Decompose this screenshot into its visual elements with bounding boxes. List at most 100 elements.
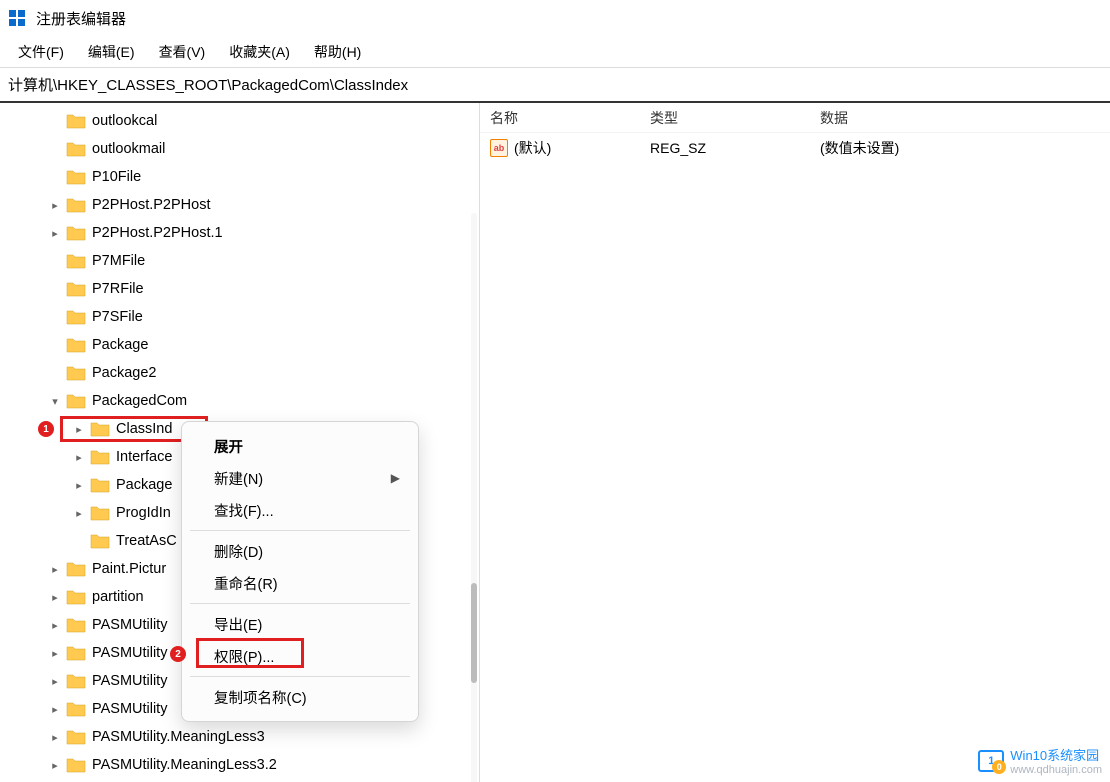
list-row[interactable]: ab (默认) REG_SZ (数值未设置) <box>480 133 1110 163</box>
folder-icon <box>90 477 110 493</box>
expander-placeholder <box>48 142 62 156</box>
main-area: outlookcaloutlookmail P10File ▸P2PHost.P2P… <box>0 103 1110 782</box>
tree-node-label: TreatAsC <box>116 533 177 549</box>
tree-node[interactable]: Package <box>0 331 479 359</box>
folder-icon <box>66 225 86 241</box>
tree-node[interactable]: Package2 <box>0 359 479 387</box>
tree-node[interactable]: P7SFile <box>0 303 479 331</box>
tree-node-label: P7RFile <box>92 281 144 297</box>
tree-scrollbar-thumb[interactable] <box>471 583 477 683</box>
folder-icon <box>90 449 110 465</box>
tree-node-label: ClassInd <box>116 421 172 437</box>
ctx-rename[interactable]: 重命名(R) <box>182 567 418 599</box>
menu-view[interactable]: 查看(V) <box>147 38 218 66</box>
ctx-permissions-label: 权限(P)... <box>214 646 274 667</box>
folder-icon <box>66 701 86 717</box>
folder-icon <box>66 673 86 689</box>
chevron-right-icon[interactable]: ▸ <box>72 478 86 492</box>
tree-node-label: Paint.Pictur <box>92 561 166 577</box>
watermark-icon: 1 <box>978 750 1004 772</box>
chevron-down-icon[interactable]: ▾ <box>48 394 62 408</box>
tree-node-label: PASMUtility <box>92 617 167 633</box>
ctx-delete-label: 删除(D) <box>214 541 263 562</box>
tree-node-label: PASMUtility.MeaningLess3.2 <box>92 757 277 773</box>
tree-node[interactable]: ▸P2PHost.P2PHost.1 <box>0 219 479 247</box>
annotation-badge-1: 1 <box>38 421 54 437</box>
tree-scrollbar-track[interactable] <box>471 213 477 782</box>
col-header-type[interactable]: 类型 <box>650 108 820 128</box>
ctx-find-label: 查找(F)... <box>214 500 274 521</box>
folder-icon <box>66 561 86 577</box>
tree-node[interactable]: ▾ PackagedCom <box>0 387 479 415</box>
tree-node-label: Package <box>116 477 172 493</box>
expander-placeholder <box>48 338 62 352</box>
tree-node[interactable]: ▸ PASMUtility.MeaningLess3 <box>0 723 479 751</box>
tree-node[interactable]: P7MFile <box>0 247 479 275</box>
menu-help[interactable]: 帮助(H) <box>302 38 373 66</box>
chevron-right-icon[interactable]: ▸ <box>48 198 62 212</box>
tree-node-label: PackagedCom <box>92 393 187 409</box>
col-header-name[interactable]: 名称 <box>480 108 650 128</box>
expander-placeholder <box>48 282 62 296</box>
chevron-right-icon[interactable]: ▸ <box>48 590 62 604</box>
ctx-new-label: 新建(N) <box>214 468 263 489</box>
chevron-right-icon[interactable]: ▸ <box>48 226 62 240</box>
tree-node-label: P10File <box>92 169 141 185</box>
ctx-separator <box>190 530 410 531</box>
ctx-permissions[interactable]: 权限(P)... 2 <box>182 640 418 672</box>
chevron-right-icon[interactable]: ▸ <box>48 674 62 688</box>
chevron-right-icon[interactable]: ▸ <box>48 758 62 772</box>
chevron-right-icon[interactable]: ▸ <box>48 562 62 576</box>
folder-icon <box>66 141 86 157</box>
chevron-right-icon[interactable]: ▸ <box>72 506 86 520</box>
folder-icon <box>66 617 86 633</box>
folder-icon <box>90 505 110 521</box>
chevron-right-icon[interactable]: ▸ <box>72 422 86 436</box>
value-data: (数值未设置) <box>820 138 1110 158</box>
col-header-data[interactable]: 数据 <box>820 108 1110 128</box>
tree-node[interactable]: P10File <box>0 163 479 191</box>
chevron-right-icon[interactable]: ▸ <box>48 702 62 716</box>
menu-favorites[interactable]: 收藏夹(A) <box>217 38 302 66</box>
expander-placeholder <box>48 366 62 380</box>
watermark: 1 Win10系统家园 www.qdhuajin.com <box>978 745 1102 776</box>
tree-node[interactable]: ▸P2PHost.P2PHost <box>0 191 479 219</box>
address-bar[interactable]: 计算机\HKEY_CLASSES_ROOT\PackagedCom\ClassI… <box>0 68 1110 103</box>
string-value-icon: ab <box>490 139 508 157</box>
folder-icon <box>66 169 86 185</box>
ctx-export-label: 导出(E) <box>214 614 262 635</box>
chevron-right-icon[interactable]: ▸ <box>48 618 62 632</box>
ctx-expand[interactable]: 展开 <box>182 430 418 462</box>
expander-placeholder <box>72 534 86 548</box>
ctx-delete[interactable]: 删除(D) <box>182 535 418 567</box>
menu-edit[interactable]: 编辑(E) <box>76 38 147 66</box>
tree-node[interactable]: outlookcal <box>0 107 479 135</box>
ctx-copy-key-name-label: 复制项名称(C) <box>214 687 307 708</box>
ctx-separator <box>190 676 410 677</box>
chevron-right-icon[interactable]: ▸ <box>72 450 86 464</box>
list-pane: 名称 类型 数据 ab (默认) REG_SZ (数值未设置) <box>480 103 1110 782</box>
chevron-right-icon[interactable]: ▸ <box>48 646 62 660</box>
tree-node-label: PASMUtility.MeaningLess3 <box>92 729 265 745</box>
ctx-separator <box>190 603 410 604</box>
ctx-export[interactable]: 导出(E) <box>182 608 418 640</box>
tree-node[interactable]: P7RFile <box>0 275 479 303</box>
chevron-right-icon: ▶ <box>391 471 400 485</box>
ctx-copy-key-name[interactable]: 复制项名称(C) <box>182 681 418 713</box>
context-menu: 展开 新建(N) ▶ 查找(F)... 删除(D) 重命名(R) 导出(E) 权… <box>181 421 419 722</box>
tree-node-label: Package2 <box>92 365 157 381</box>
folder-icon <box>66 197 86 213</box>
tree-node[interactable]: ▸ PASMUtility.MeaningLess3.2 <box>0 751 479 779</box>
tree-node[interactable]: outlookmail <box>0 135 479 163</box>
list-header: 名称 类型 数据 <box>480 103 1110 133</box>
menu-bar: 文件(F) 编辑(E) 查看(V) 收藏夹(A) 帮助(H) <box>0 36 1110 68</box>
chevron-right-icon[interactable]: ▸ <box>48 730 62 744</box>
ctx-rename-label: 重命名(R) <box>214 573 278 594</box>
ctx-find[interactable]: 查找(F)... <box>182 494 418 526</box>
menu-file[interactable]: 文件(F) <box>6 38 76 66</box>
watermark-line2: www.qdhuajin.com <box>1010 764 1102 776</box>
ctx-new[interactable]: 新建(N) ▶ <box>182 462 418 494</box>
folder-icon <box>66 309 86 325</box>
expander-placeholder <box>48 170 62 184</box>
tree-node-label: PASMUtility <box>92 645 167 661</box>
